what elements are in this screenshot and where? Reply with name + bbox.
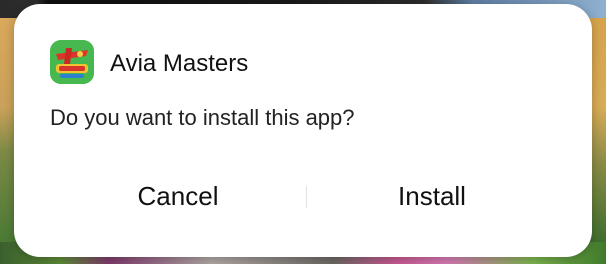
airplane-icon [50, 40, 94, 84]
install-question: Do you want to install this app? [50, 105, 355, 130]
cancel-button[interactable]: Cancel [48, 174, 308, 218]
app-name: Avia Masters [110, 50, 249, 77]
app-icon [50, 40, 94, 84]
install-dialog: Avia Masters Do you want to install this… [14, 4, 592, 257]
install-button[interactable]: Install [302, 174, 562, 218]
background-screen: Avia Masters Do you want to install this… [0, 0, 606, 264]
